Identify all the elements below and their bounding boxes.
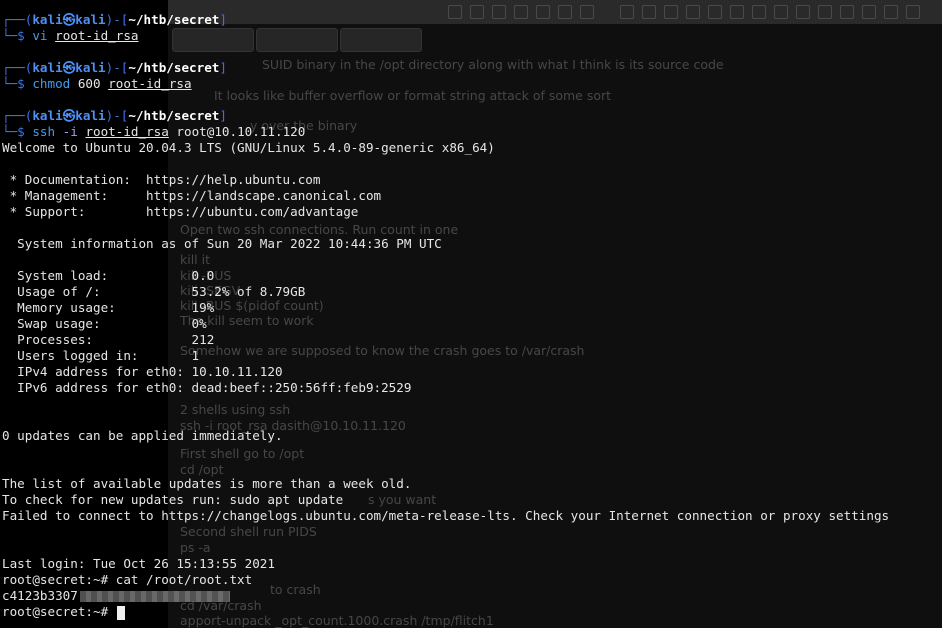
prompt-line: ┌──(kali㉿kali)-[~/htb/secret] [2,60,227,76]
root-cat-command: root@secret:~# cat /root/root.txt [2,572,253,587]
prompt-dollar: └─$ [2,28,33,43]
output-swap-usage: Swap usage: 0% [2,316,207,331]
output-system-information: System information as of Sun 20 Mar 2022… [2,236,442,251]
output-update-list-age: The list of available updates is more th… [2,476,412,491]
prompt-frame: ] [219,12,227,27]
command-file-arg: root-id_rsa [85,124,169,139]
command-line: └─$ ssh -i root-id_rsa root@10.10.11.120 [2,124,305,140]
prompt-host: kali [75,12,106,27]
command-args: 600 [70,76,109,91]
output-ipv4-address: IPv4 address for eth0: 10.10.11.120 [2,364,283,379]
prompt-dollar: └─$ [2,124,33,139]
redacted-block [79,591,230,602]
output-disk-usage: Usage of /: 53.2% of 8.79GB [2,284,306,299]
prompt-frame: )-[ [105,12,129,27]
prompt-user: kali [32,108,63,123]
output-welcome: Welcome to Ubuntu 20.04.3 LTS (GNU/Linux… [2,140,495,155]
prompt-line: ┌──(kali㉿kali)-[~/htb/secret] [2,108,227,124]
prompt-frame: ┌──( [2,12,33,27]
output-management: * Management: https://landscape.canonica… [2,188,382,203]
text-cursor [116,605,125,620]
command-option: -i [55,124,86,139]
command-name: vi [32,28,48,43]
prompt-host: kali [75,108,106,123]
command-file-arg: root-id_rsa [108,76,192,91]
terminal-window[interactable]: ┌──(kali㉿kali)-[~/htb/secret] └─$ vi roo… [0,0,942,628]
prompt-at-symbol: ㉿ [62,12,76,27]
output-support: * Support: https://ubuntu.com/advantage [2,204,359,219]
final-prompt-line[interactable]: root@secret:~# [2,604,125,620]
output-connection-failed: Failed to connect to https://changelogs.… [2,508,890,523]
output-check-updates: To check for new updates run: sudo apt u… [2,492,344,507]
command-name: chmod [32,76,71,91]
prompt-path: ~/htb/secret [128,12,220,27]
prompt-host: kali [75,60,106,75]
prompt-frame: ] [219,60,227,75]
output-updates: 0 updates can be applied immediately. [2,428,283,443]
prompt-path: ~/htb/secret [128,60,220,75]
command-file-arg: root-id_rsa [55,28,139,43]
prompt-frame: )-[ [105,60,129,75]
command-name: ssh [32,124,56,139]
output-documentation: * Documentation: https://help.ubuntu.com [2,172,321,187]
output-processes: Processes: 212 [2,332,215,347]
output-users-logged-in: Users logged in: 1 [2,348,200,363]
command-line: └─$ chmod 600 root-id_rsa [2,76,192,92]
prompt-line: ┌──(kali㉿kali)-[~/htb/secret] [2,12,227,28]
command-line: └─$ vi root-id_rsa [2,28,139,44]
prompt-frame: ] [219,108,227,123]
flag-visible-part: c4123b3307 [2,588,78,603]
output-ipv6-address: IPv6 address for eth0: dead:beef::250:56… [2,380,412,395]
prompt-at-symbol: ㉿ [62,108,76,123]
output-system-load: System load: 0.0 [2,268,215,283]
prompt-dollar: └─$ [2,76,33,91]
prompt-user: kali [32,60,63,75]
root-flag-output: c4123b3307 [2,588,230,604]
output-memory-usage: Memory usage: 19% [2,300,215,315]
command-args [48,28,56,43]
prompt-at-symbol: ㉿ [62,60,76,75]
prompt-frame: ┌──( [2,60,33,75]
output-last-login: Last login: Tue Oct 26 15:13:55 2021 [2,556,275,571]
prompt-path: ~/htb/secret [128,108,220,123]
prompt-frame: )-[ [105,108,129,123]
root-prompt: root@secret:~# [2,604,116,619]
prompt-frame: ┌──( [2,108,33,123]
command-args: root@10.10.11.120 [168,124,306,139]
prompt-user: kali [32,12,63,27]
